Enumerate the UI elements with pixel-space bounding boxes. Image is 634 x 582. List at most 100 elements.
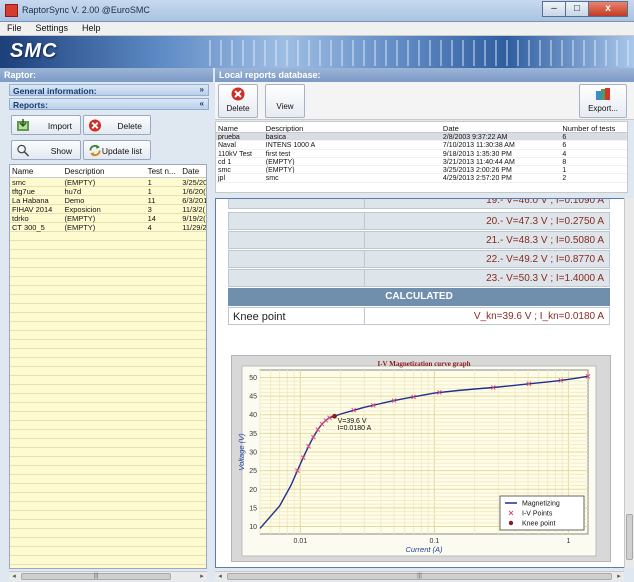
window-titlebar: RaptorSync V. 2.00 @EuroSMC – □ x: [0, 0, 634, 22]
table-cell: smc: [218, 167, 231, 174]
import-button[interactable]: Import: [11, 115, 81, 135]
report-scroll-thumb-h[interactable]: |||: [227, 573, 612, 580]
reports-toolbar: Delete View Export...: [215, 82, 634, 120]
knee-annotation-voltage: V=39.6 V: [338, 418, 367, 425]
column-date[interactable]: Date: [441, 122, 560, 132]
scroll-left-arrow-icon[interactable]: ◂: [9, 572, 19, 581]
menu-file[interactable]: File: [0, 22, 29, 35]
table-cell: 8: [562, 158, 567, 166]
show-label: Show: [50, 146, 72, 156]
left-horizontal-scrollbar[interactable]: ◂ ||| ▸: [9, 571, 207, 581]
test-point-value: 19.- V=46.0 V ; I=0.1090 A: [364, 199, 610, 209]
list-item[interactable]: smc (EMPTY) 1 3/25/20: [10, 178, 206, 187]
scroll-right-arrow-icon[interactable]: ▸: [614, 572, 624, 581]
y-tick-label: 50: [249, 375, 257, 382]
show-button[interactable]: Show: [11, 140, 81, 160]
table-row: 23.- V=50.3 V ; I=1.4000 A: [228, 269, 610, 287]
table-row[interactable]: cd 1 (EMPTY) 3/21/2013 11:40:44 AM 8: [216, 158, 627, 167]
table-cell: 2/8/2003 9:37:22 AM: [442, 134, 508, 141]
report-vertical-scrollbar[interactable]: [624, 198, 634, 568]
list-item[interactable]: FIHAV 2014 Exposicion 3 11/3/2(: [10, 205, 206, 214]
y-tick-label: 40: [249, 412, 257, 419]
export-button[interactable]: Export...: [579, 84, 627, 118]
app-icon: [5, 4, 18, 17]
left-scroll-thumb[interactable]: |||: [21, 573, 171, 580]
table-cell: INTENS 1000 A: [265, 142, 316, 149]
reports-table-rows: prueba basica 2/8/2003 9:37:22 AM 6 Naval INT…: [216, 133, 627, 183]
banner-skyline-decoration: [200, 40, 630, 66]
right-delete-button[interactable]: Delete: [218, 84, 258, 118]
list-cell: 14: [147, 214, 156, 223]
legend-swatch-knee-point: [508, 520, 514, 526]
test-point-value: 22.- V=49.2 V ; I=0.8770 A: [364, 250, 610, 268]
scroll-right-arrow-icon[interactable]: ▸: [197, 572, 207, 581]
list-cell: FIHAV 2014: [12, 205, 53, 214]
delete-icon: [231, 87, 245, 101]
general-information-header[interactable]: General information: »: [9, 84, 209, 96]
list-cell: 6/3/201: [182, 196, 207, 205]
minimize-button[interactable]: –: [542, 1, 566, 17]
raptor-panel-header: Raptor:: [0, 68, 213, 82]
list-item[interactable]: tftg7ue hu7d 1 1/6/20(: [10, 187, 206, 196]
x-tick-label: 0.1: [430, 538, 440, 545]
table-cell: 9/18/2013 1:35:30 PM: [442, 150, 512, 157]
test-point-value: 20.- V=47.3 V ; I=0.2750 A: [364, 212, 610, 230]
legend-label-iv-points: I-V Points: [522, 511, 553, 518]
table-row[interactable]: 110kV Test first test 9/18/2013 1:35:30 PM…: [216, 150, 627, 158]
view-icon: [277, 87, 293, 101]
table-cell: prueba: [218, 134, 240, 141]
table-cell: 110kV Test: [218, 150, 252, 157]
scroll-left-arrow-icon[interactable]: ◂: [215, 572, 225, 581]
column-number-of-tests[interactable]: Number of tests: [560, 122, 627, 132]
column-date[interactable]: Date: [180, 165, 206, 177]
list-cell: 1/6/20(: [182, 187, 206, 196]
y-tick-label: 30: [249, 450, 257, 457]
column-description[interactable]: Description: [62, 165, 145, 177]
column-description[interactable]: Description: [264, 122, 441, 132]
y-tick-label: 25: [249, 468, 257, 475]
reports-label: Reports:: [13, 100, 48, 110]
calculated-section-header: CALCULATED: [228, 288, 610, 306]
report-horizontal-scrollbar[interactable]: ◂ ||| ▸: [215, 571, 624, 581]
list-item[interactable]: tdrko (EMPTY) 14 9/19/2(: [10, 214, 206, 223]
list-item[interactable]: La Habana Demo 11 6/3/201: [10, 196, 206, 205]
y-axis-label: Voltage (V): [237, 433, 246, 471]
maximize-button[interactable]: □: [565, 1, 589, 17]
table-cell: 4/29/2013 2:57:20 PM: [442, 175, 512, 182]
reports-header[interactable]: Reports: «: [9, 98, 209, 110]
raptor-reports-list: Name Description Test n... Date smc (EMPT…: [9, 164, 207, 569]
x-tick-label: 0.01: [294, 538, 308, 545]
table-cell: smc: [265, 175, 279, 182]
table-row[interactable]: smc (EMPTY) 3/25/2013 2:00:26 PM 1: [216, 166, 627, 175]
close-button[interactable]: x: [588, 1, 628, 17]
menu-settings[interactable]: Settings: [29, 22, 76, 35]
general-information-label: General information:: [13, 86, 97, 96]
list-cell: 11/29/2: [182, 223, 207, 232]
column-name[interactable]: Name: [216, 122, 264, 132]
column-name[interactable]: Name: [10, 165, 62, 177]
y-tick-label: 45: [249, 394, 257, 401]
test-point-value: 21.- V=48.3 V ; I=0.5080 A: [364, 231, 610, 249]
report-scroll-thumb[interactable]: [626, 514, 633, 560]
column-test-number[interactable]: Test n...: [146, 165, 181, 177]
local-reports-header: Local reports database:: [215, 68, 634, 82]
export-label: Export...: [588, 104, 618, 113]
knee-point-label: Knee point: [228, 307, 364, 325]
list-cell: tftg7ue: [12, 187, 35, 196]
table-row[interactable]: Naval INTENS 1000 A 7/10/2013 11:30:38 AM 6: [216, 141, 627, 150]
list-cell: Demo: [64, 196, 85, 205]
import-icon: [17, 119, 29, 131]
list-item[interactable]: CT 300_5 (EMPTY) 4 11/29/2: [10, 223, 206, 232]
table-cell: first test: [265, 150, 291, 157]
magnifier-icon: [17, 144, 30, 157]
raptor-list-rows: smc (EMPTY) 1 3/25/20 tftg7ue hu7d 1 1/6/20(La …: [10, 178, 206, 232]
table-row[interactable]: prueba basica 2/8/2003 9:37:22 AM 6: [216, 133, 627, 142]
update-list-button[interactable]: Update list: [83, 140, 151, 160]
left-delete-button[interactable]: Delete: [83, 115, 151, 135]
list-cell: 9/19/2(: [182, 214, 206, 223]
menu-help[interactable]: Help: [75, 22, 108, 35]
table-row[interactable]: jpl smc 4/29/2013 2:57:20 PM 2: [216, 174, 627, 183]
table-cell: jpl: [218, 175, 226, 182]
view-button[interactable]: View: [265, 84, 305, 118]
list-cell: 4: [147, 223, 152, 232]
